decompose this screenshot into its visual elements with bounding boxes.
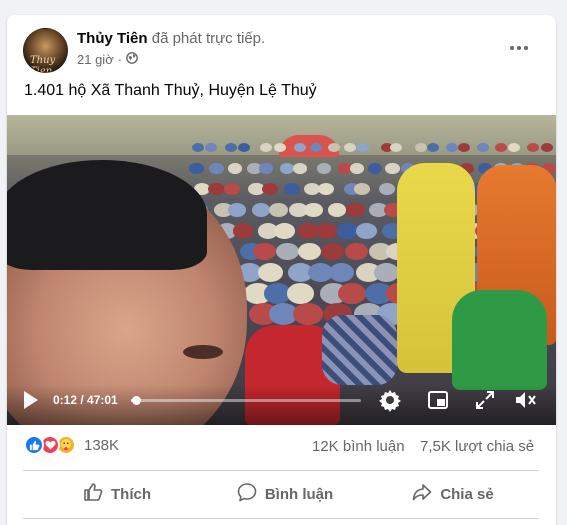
crowd-person [191,143,204,152]
crowd-person [338,283,366,304]
thumbs-up-icon [83,482,103,506]
video-person-checkered-shirt [322,315,397,385]
post-action-text: đã phát trực tiếp. [151,30,266,47]
crowd-person [317,183,335,196]
crowd-person [232,223,254,239]
share-label: Chia sẻ [440,485,494,503]
crowd-person [385,163,400,174]
crowd-person [228,163,243,174]
more-options-icon[interactable] [501,36,537,60]
crowd-person [279,163,294,174]
crowd-person [286,283,315,304]
video-presenter-eye [183,345,223,359]
crowd-person [349,163,365,174]
video-time: 0:12 / 47:01 [53,393,118,407]
crowd-person [268,203,288,217]
like-button[interactable]: Thích [67,476,167,512]
crowd-person [379,183,396,196]
crowd-person [353,183,371,196]
video-person-green-raincoat [452,290,547,390]
crowd-person [374,263,400,282]
crowd-person [320,243,344,261]
crowd-person [540,143,553,152]
bottom-divider [23,518,539,519]
settings-gear-icon[interactable] [378,388,402,412]
globe-icon [126,52,138,67]
crowd-person [390,143,403,152]
author-name[interactable]: Thủy Tiên [77,30,148,47]
live-video-player[interactable]: 0:12 / 47:01 [7,115,556,425]
share-arrow-icon [412,482,432,506]
fullscreen-expand-icon[interactable] [474,389,496,411]
crowd-person [343,143,356,152]
share-button[interactable]: Chia sẻ [403,476,503,512]
comment-bubble-icon [237,482,257,506]
crowd-person [309,143,322,152]
crowd-person [303,203,323,217]
reactions-summary[interactable]: 138K [24,435,119,455]
avatar-signature: Thuy Tien [30,55,56,73]
crowd-person [252,243,276,261]
stats-divider [23,470,539,471]
picture-in-picture-icon[interactable] [427,389,449,411]
crowd-person [209,163,224,174]
crowd-person [275,243,299,261]
video-controls: 0:12 / 47:01 [7,385,556,425]
crowd-person [293,303,323,326]
crowd-person [204,143,217,152]
post-card: Thuy Tien Thủy Tiên đã phát trực tiếp. 2… [7,15,556,525]
crowd-person [355,223,377,239]
avatar[interactable]: Thuy Tien [23,28,68,73]
crowd-person [225,143,238,152]
crowd-person [315,223,337,239]
crowd-person [284,183,301,196]
crowd-person [346,203,365,217]
crowd-person [327,203,347,217]
like-reaction-icon [24,435,44,455]
post-caption: 1.401 hộ Xã Thanh Thuỷ, Huyện Lệ Thuỷ [24,82,317,99]
crowd-person [426,143,439,152]
post-meta: 21 giờ · [77,52,138,67]
crowd-person [345,243,369,261]
crowd-person [224,183,241,196]
video-progress-knob[interactable] [131,396,141,405]
crowd-person [273,143,286,152]
volume-muted-icon[interactable] [514,389,538,411]
video-progress-bar[interactable] [131,396,361,405]
crowd-person [457,143,470,152]
crowd-person [356,143,369,152]
crowd-person [367,163,382,174]
crowd-person [227,203,247,217]
crowd-person [526,143,539,152]
separator-dot: · [117,52,123,67]
like-label: Thích [111,485,151,503]
comment-button[interactable]: Bình luận [225,476,345,512]
crowd-person [293,163,308,174]
crowd-person [329,263,355,282]
crowd-person [257,263,283,282]
play-icon[interactable] [22,390,40,410]
crowd-person [208,183,225,196]
reactions-count: 138K [84,436,120,454]
post-header: Thủy Tiên đã phát trực tiếp. [77,30,265,47]
crowd-person [251,203,271,217]
comment-label: Bình luận [264,485,334,503]
crowd-person [189,163,204,174]
crowd-person [274,223,295,239]
crowd-person [261,183,279,196]
shares-count[interactable]: 7,5K lượt chia sẻ [420,438,534,455]
video-presenter-hair [7,160,207,270]
crowd-person [317,163,332,174]
post-time[interactable]: 21 giờ [77,52,114,67]
crowd-person [445,143,458,152]
crowd-person [337,223,359,239]
crowd-person [508,143,521,152]
crowd-person [258,163,274,174]
crowd-person [298,243,322,261]
comments-count[interactable]: 12K bình luận [312,438,405,455]
